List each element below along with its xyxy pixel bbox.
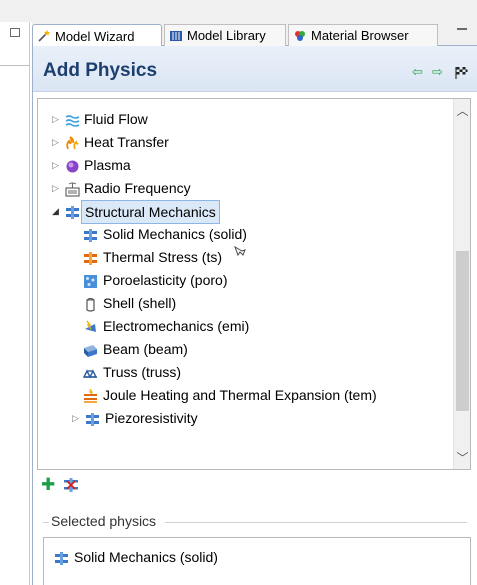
tab-bar: Model Wizard Model Library Material Brow… — [32, 22, 477, 47]
list-item-label: Solid Mechanics (solid) — [74, 549, 218, 565]
finish-flag-icon[interactable] — [454, 66, 468, 79]
tab-label: Model Library — [187, 28, 266, 43]
tree-item-label: Electromechanics (emi) — [103, 318, 250, 334]
tree-item-electromechanics[interactable]: Electromechanics (emi) — [38, 315, 448, 337]
minimize-icon[interactable] — [457, 28, 467, 34]
tree-item-label: Poroelasticity (poro) — [103, 272, 228, 288]
tree-item-label: Shell (shell) — [103, 295, 177, 311]
expand-arrow-icon[interactable]: ▷ — [52, 154, 62, 176]
tree-item-fluid-flow[interactable]: ▷ Fluid Flow — [38, 108, 448, 130]
tree-item-label: Heat Transfer — [84, 134, 169, 150]
tree-item-shell[interactable]: Shell (shell) — [38, 292, 448, 314]
tree-item-structural-mechanics[interactable]: ◢ Structural Mechanics — [38, 200, 448, 224]
truss-icon — [82, 365, 98, 380]
expand-arrow-icon[interactable]: ▷ — [72, 407, 82, 429]
expand-arrow-icon[interactable]: ▷ — [52, 131, 62, 153]
tree-item-heat-transfer[interactable]: ▷ Heat Transfer — [38, 131, 448, 153]
structural-mechanics-icon — [65, 204, 80, 219]
solid-mechanics-icon — [54, 550, 69, 565]
joule-heating-icon — [83, 388, 98, 403]
add-physics-panel: Add Physics ⇦ ⇨ ▷ Fluid Flow ▷ Heat Tran… — [32, 46, 477, 585]
scroll-down-icon[interactable]: ﹀ — [454, 450, 470, 467]
tree-item-radio-frequency[interactable]: ▷ Radio Frequency — [38, 177, 448, 199]
heat-transfer-icon — [65, 135, 80, 150]
tab-model-library[interactable]: Model Library — [164, 24, 286, 46]
page-title: Add Physics — [43, 60, 158, 81]
shell-icon — [83, 296, 98, 312]
tree-item-label: Joule Heating and Thermal Expansion (tem… — [103, 387, 377, 403]
divider — [0, 65, 29, 66]
tree-item-label: Structural Mechanics — [81, 200, 220, 224]
plasma-icon — [65, 158, 80, 173]
material-icon — [293, 29, 307, 43]
beam-icon — [83, 342, 98, 357]
poroelasticity-icon — [83, 273, 98, 288]
selected-physics-label: Selected physics — [51, 513, 157, 529]
divider — [165, 522, 467, 523]
physics-tree[interactable]: ▷ Fluid Flow ▷ Heat Transfer ▷ Plasma ▷ — [37, 98, 471, 470]
expand-arrow-icon[interactable]: ▷ — [52, 108, 62, 130]
selected-physics-list[interactable]: Solid Mechanics (solid) — [43, 537, 471, 585]
tree-item-label: Piezoresistivity — [105, 410, 198, 426]
forward-arrow-icon[interactable]: ⇨ — [432, 65, 446, 78]
add-physics-icon[interactable]: ✚ — [41, 476, 55, 494]
solid-mechanics-icon — [83, 227, 98, 242]
tree-item-label: Beam (beam) — [103, 341, 188, 357]
tree-item-label: Fluid Flow — [84, 111, 148, 127]
thermal-stress-icon — [83, 250, 98, 265]
tree-item-plasma[interactable]: ▷ Plasma — [38, 154, 448, 176]
tab-label: Model Wizard — [55, 28, 135, 44]
back-arrow-icon[interactable]: ⇦ — [412, 65, 426, 78]
tree-item-label: Radio Frequency — [84, 180, 191, 196]
tree-item-label: Plasma — [84, 157, 131, 173]
expand-arrow-icon[interactable]: ▷ — [52, 177, 62, 199]
radio-frequency-icon — [65, 181, 80, 197]
tree-item-label: Truss (truss) — [103, 364, 182, 380]
divider — [43, 522, 49, 523]
tab-material-browser[interactable]: Material Browser — [288, 24, 438, 46]
tree-item-label: Solid Mechanics (solid) — [103, 226, 247, 242]
tree-item-thermal-stress[interactable]: Thermal Stress (ts) — [38, 245, 448, 268]
scrollbar-thumb[interactable] — [456, 251, 469, 411]
remove-physics-icon[interactable] — [63, 478, 79, 492]
panel-header: Add Physics ⇦ ⇨ — [33, 46, 477, 92]
mouse-cursor-icon — [234, 242, 248, 264]
tab-model-wizard[interactable]: Model Wizard — [32, 24, 162, 47]
wand-icon — [37, 29, 51, 43]
piezoresistivity-icon — [85, 411, 100, 426]
top-strip — [0, 0, 477, 22]
tree-item-truss[interactable]: Truss (truss) — [38, 361, 448, 383]
tree-item-label: Thermal Stress (ts) — [103, 249, 223, 265]
library-icon — [169, 29, 183, 43]
tree-item-poroelasticity[interactable]: Poroelasticity (poro) — [38, 269, 448, 291]
tab-label: Material Browser — [311, 28, 409, 43]
scroll-up-icon[interactable]: ︿ — [454, 103, 470, 120]
tree-item-beam[interactable]: Beam (beam) — [38, 338, 448, 360]
left-panel — [0, 22, 30, 585]
tree-item-piezoresistivity[interactable]: ▷ Piezoresistivity — [38, 407, 448, 429]
restore-icon[interactable] — [10, 28, 20, 37]
fluid-flow-icon — [65, 112, 80, 127]
list-item[interactable]: Solid Mechanics (solid) — [44, 546, 464, 568]
electromechanics-icon — [83, 319, 98, 334]
collapse-arrow-icon[interactable]: ◢ — [52, 200, 62, 222]
tree-scrollbar[interactable]: ︿ ﹀ — [453, 99, 470, 469]
tree-item-joule-heating[interactable]: Joule Heating and Thermal Expansion (tem… — [38, 384, 448, 406]
